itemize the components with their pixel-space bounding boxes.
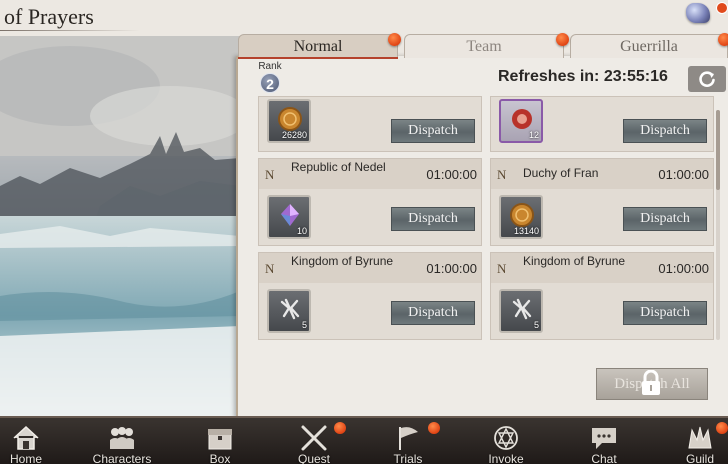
- rank-value: 2: [260, 73, 280, 93]
- active-tab-indicator: [238, 57, 398, 59]
- mission-duration: 01:00:00: [658, 261, 709, 276]
- reward-quantity: 5: [533, 320, 539, 330]
- rank-label: Rank: [258, 61, 282, 72]
- nav-label: Trials: [393, 452, 423, 464]
- coin-icon: [278, 107, 302, 131]
- mission-card: N Republic of Nedel 01:00:00 10 Dispatch: [258, 158, 482, 246]
- nav-label: Box: [209, 452, 231, 464]
- mission-duration: 01:00:00: [426, 261, 477, 276]
- mission-header: N Republic of Nedel 01:00:00: [259, 159, 481, 189]
- bottom-nav: Home Characters Box Quest Trials Invoke …: [0, 416, 728, 464]
- material-icon: [512, 298, 532, 320]
- mission-header: N Kingdom of Byrune 01:00:00: [491, 253, 713, 283]
- reward-quantity: 12: [528, 130, 539, 140]
- reward-slot[interactable]: 5: [267, 289, 311, 333]
- material-icon: [280, 298, 300, 320]
- title-divider: [0, 30, 140, 31]
- reward-slot[interactable]: 13140: [499, 195, 543, 239]
- coin-icon: [510, 203, 534, 227]
- nav-chat[interactable]: Chat: [564, 418, 644, 464]
- invoke-star-icon: [494, 426, 518, 450]
- mission-name: Duchy of Fran: [523, 166, 599, 180]
- tab-normal[interactable]: Normal: [238, 34, 398, 58]
- dispatch-button[interactable]: Dispatch: [391, 119, 475, 143]
- nav-label: Quest: [297, 452, 330, 464]
- landscape-art: [0, 36, 240, 416]
- lock-icon: [642, 370, 660, 395]
- reward-quantity: 10: [296, 226, 307, 236]
- mission-duration: 01:00:00: [658, 167, 709, 182]
- nav-label: Characters: [92, 452, 152, 464]
- nav-label: Guild: [685, 452, 714, 464]
- reward-quantity: 26280: [281, 130, 307, 140]
- nav-invoke[interactable]: Invoke: [466, 418, 546, 464]
- mission-name: Kingdom of Byrune: [523, 254, 626, 268]
- mission-header: N Duchy of Fran 01:00:00: [491, 159, 713, 189]
- characters-icon: [110, 427, 134, 449]
- rune-orb-icon: [512, 109, 532, 129]
- crystal-icon: [281, 204, 299, 226]
- dispatch-button[interactable]: Dispatch: [391, 301, 475, 325]
- mission-card: N Duchy of Fran 01:00:00 13140 Dispatch: [490, 158, 714, 246]
- reward-slot[interactable]: 5: [499, 289, 543, 333]
- tab-guerrilla[interactable]: Guerrilla: [570, 34, 728, 58]
- tab-team-badge: [556, 33, 569, 46]
- guild-badge: [716, 422, 728, 434]
- tab-team[interactable]: Team: [404, 34, 564, 58]
- nav-label: Home: [9, 452, 42, 464]
- mission-grade: N: [497, 167, 507, 182]
- reward-slot[interactable]: 12: [499, 99, 543, 143]
- nav-label: Invoke: [488, 452, 524, 464]
- trials-badge: [428, 422, 440, 434]
- nav-home[interactable]: Home: [0, 418, 66, 464]
- reward-quantity: 5: [301, 320, 307, 330]
- mission-card: 12 Dispatch: [490, 96, 714, 152]
- dispatch-button[interactable]: Dispatch: [623, 207, 707, 231]
- chat-icon: [592, 428, 616, 449]
- mission-duration: 01:00:00: [426, 167, 477, 182]
- nav-label: Chat: [591, 452, 617, 464]
- mission-card: N Kingdom of Byrune 01:00:00 5 Dispatch: [258, 252, 482, 340]
- quest-badge: [334, 422, 346, 434]
- mission-name: Republic of Nedel: [291, 160, 386, 174]
- nav-box[interactable]: Box: [180, 418, 260, 464]
- reward-quantity: 13140: [513, 226, 539, 236]
- dispatch-button[interactable]: Dispatch: [391, 207, 475, 231]
- reward-slot[interactable]: 26280: [267, 99, 311, 143]
- mission-grade: N: [497, 261, 507, 276]
- dispatch-button[interactable]: Dispatch: [623, 301, 707, 325]
- refresh-button[interactable]: [688, 66, 726, 92]
- mission-card: N Kingdom of Byrune 01:00:00 5 Dispatch: [490, 252, 714, 340]
- mission-grade: N: [265, 167, 275, 182]
- dispatch-button[interactable]: Dispatch: [623, 119, 707, 143]
- box-icon: [208, 429, 232, 450]
- notification-dot: [716, 2, 728, 14]
- scrollbar-thumb[interactable]: [716, 110, 720, 190]
- refresh-icon: [699, 71, 715, 87]
- refresh-timer: Refreshes in: 23:55:16: [498, 68, 668, 85]
- tab-normal-badge: [388, 33, 401, 46]
- tab-guerrilla-badge: [718, 33, 728, 46]
- mission-grade: N: [265, 261, 275, 276]
- gem-icon[interactable]: [686, 3, 710, 23]
- trials-flag-icon: [399, 427, 418, 450]
- page-title: of Prayers: [4, 4, 94, 29]
- reward-slot[interactable]: 10: [267, 195, 311, 239]
- guild-crown-icon: [688, 426, 712, 449]
- rank-badge: Rank 2: [252, 62, 288, 96]
- nav-characters[interactable]: Characters: [82, 418, 162, 464]
- mission-name: Kingdom of Byrune: [291, 254, 394, 268]
- quest-swords-icon: [301, 425, 327, 451]
- home-icon: [13, 425, 39, 450]
- mission-card: 26280 Dispatch: [258, 96, 482, 152]
- mission-header: N Kingdom of Byrune 01:00:00: [259, 253, 481, 283]
